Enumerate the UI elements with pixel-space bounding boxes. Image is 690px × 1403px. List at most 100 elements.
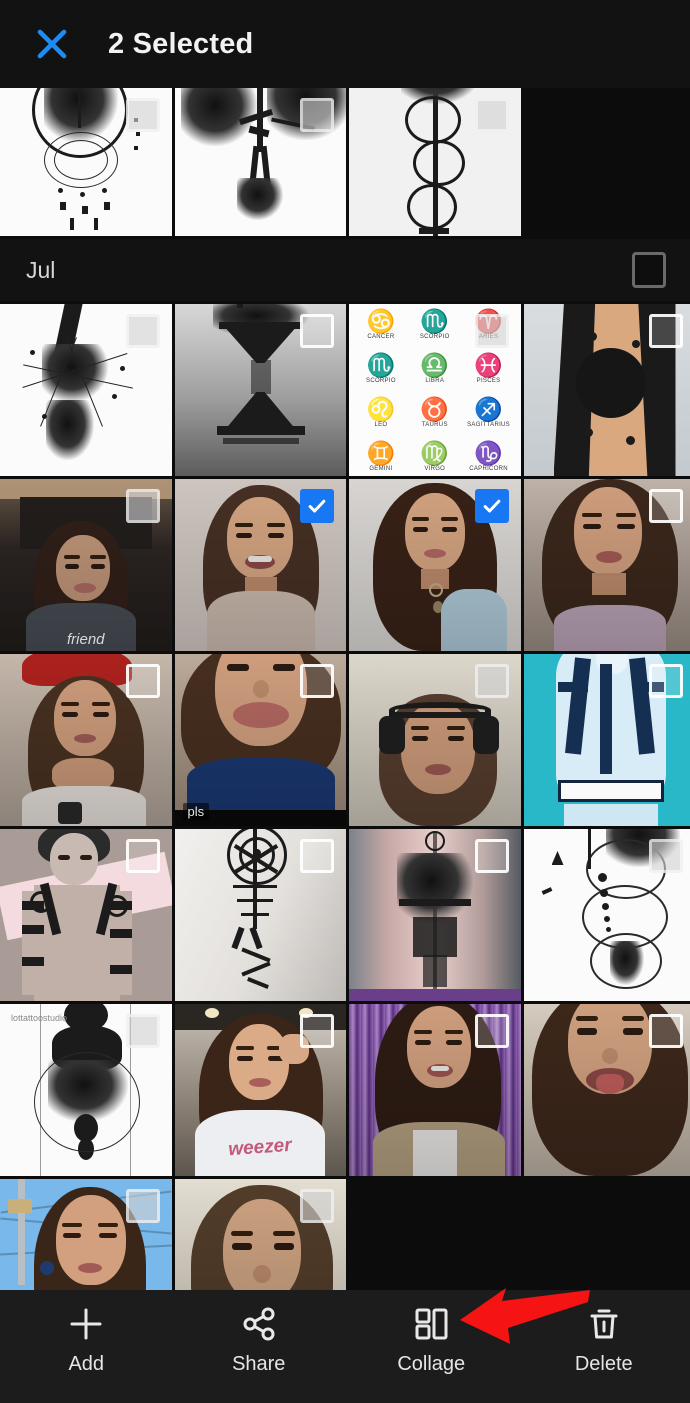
month-label: Jul — [26, 256, 56, 283]
grid-item-checkbox[interactable] — [300, 314, 334, 348]
zodiac-glyph: ♉ — [420, 396, 450, 422]
grid-item-nordic-runes-arm-tattoo[interactable] — [174, 829, 346, 1001]
grid-item-selfie-outdoor-blue-sky[interactable] — [0, 1179, 172, 1290]
zodiac-glyph: ♍ — [420, 440, 450, 466]
list-item: ♏ SCORPIO — [409, 308, 461, 350]
month-section-header: Jul — [0, 239, 690, 301]
zodiac-glyph: ♎ — [420, 352, 450, 378]
grid-item-checkbox[interactable] — [125, 664, 160, 698]
zodiac-name: SAGITTARIUS — [467, 422, 510, 428]
grid-item-checkbox[interactable] — [474, 314, 509, 348]
zodiac-glyph: ♋ — [366, 308, 396, 334]
grid-item-checkbox[interactable] — [125, 489, 160, 523]
grid-item-selfie-red-beret[interactable] — [0, 654, 172, 826]
thumbnail-watermark: lottattoostudio — [11, 1013, 68, 1023]
table-row: ♋CANCER ♏SCORPIO ♈ARIES ♏SCORPIO ♎LIBRA … — [0, 304, 690, 476]
list-item: ♌ LEO — [355, 396, 407, 438]
grid-item-checkbox[interactable] — [649, 489, 683, 523]
delete-button-label: Delete — [574, 1353, 633, 1375]
add-button[interactable]: Add — [0, 1304, 173, 1376]
grid-item-checkbox[interactable] — [125, 98, 160, 132]
zodiac-glyph: ♏ — [420, 308, 450, 334]
grid-item-checkbox[interactable] — [125, 839, 160, 873]
grid-item-anatomical-lotus-tattoo-sketch[interactable]: lottattoostudio — [0, 1004, 172, 1176]
grid-item-selfie-tongue-out[interactable] — [523, 1004, 690, 1176]
grid-item-checkbox[interactable] — [300, 664, 334, 698]
collage-button-label: Collage — [397, 1353, 466, 1375]
zodiac-name: VIRGO — [424, 466, 446, 472]
zodiac-name: TAURUS — [421, 422, 448, 428]
trash-icon — [584, 1304, 624, 1344]
grid-item-checkbox[interactable] — [125, 314, 160, 348]
zodiac-glyph: ♓ — [474, 352, 503, 378]
grid-item-checkbox[interactable] — [300, 1014, 334, 1048]
table-row: lottattoostudio weezer — [0, 1004, 690, 1176]
grid-item-snake-sword-tattoo-sketch[interactable] — [349, 88, 521, 236]
action-toolbar: Add Share Collage Delete — [0, 1290, 690, 1403]
zodiac-name: GEMINI — [369, 466, 393, 472]
list-item: ♉ TAURUS — [409, 396, 461, 438]
grid-item-checkbox[interactable] — [649, 839, 683, 873]
grid-item-selfie-cafe-booth[interactable]: friend — [0, 479, 172, 651]
grid-item-blackwork-hand-tattoo-photo[interactable] — [523, 304, 690, 476]
grid-item-checkbox[interactable] — [649, 664, 683, 698]
share-button[interactable]: Share — [173, 1304, 346, 1376]
list-item: ♏ SCORPIO — [355, 352, 407, 394]
table-row: friend — [0, 479, 690, 651]
photo-grid[interactable]: Jul ♋ CANCER ♏ SCORPIO ♏ SCORPIO ♎ LIBRA… — [0, 88, 690, 1290]
close-icon[interactable] — [26, 18, 78, 70]
grid-item-checkbox[interactable] — [474, 664, 509, 698]
zodiac-glyph: ♌ — [366, 396, 396, 422]
delete-button[interactable]: Delete — [518, 1304, 690, 1376]
page-title: 2 Selected — [108, 27, 254, 60]
zodiac-name: SCORPIO — [419, 334, 450, 340]
list-item: ♐ SAGITTARIUS — [463, 396, 515, 438]
zodiac-name: SCORPIO — [366, 378, 396, 384]
grid-item-checkbox[interactable] — [300, 98, 334, 132]
thumbnail-caption: friend — [66, 631, 105, 648]
zodiac-name: PISCES — [476, 378, 501, 384]
list-item: ♋ CANCER — [355, 308, 407, 350]
grid-item-zodiac-symbols-chart[interactable]: ♋CANCER ♏SCORPIO ♈ARIES ♏SCORPIO ♎LIBRA … — [349, 304, 521, 476]
grid-item-checkbox[interactable] — [125, 1189, 160, 1223]
grid-item-forearm-sketch-tattoo-photo[interactable] — [349, 829, 521, 1001]
table-row: pls — [0, 654, 690, 826]
zodiac-name: LIBRA — [425, 378, 445, 384]
grid-item-selfie-smiling-turtleneck[interactable] — [174, 479, 346, 651]
grid-item-hourglass-forest-artwork[interactable] — [174, 304, 346, 476]
grid-item-selfie-weezer-tee[interactable]: weezer — [174, 1004, 346, 1176]
grid-item-selfie-headphones[interactable] — [349, 654, 521, 826]
grid-item-checkbox[interactable] — [649, 314, 683, 348]
grid-item-checkbox[interactable] — [474, 1014, 509, 1048]
grid-item-dreamcatcher-wolf-tattoo-sketch[interactable] — [0, 88, 172, 236]
grid-item-selfie-purple-fringe-backdrop[interactable] — [349, 1004, 521, 1176]
zodiac-glyph: ♐ — [474, 396, 503, 422]
grid-item-checkbox[interactable] — [300, 839, 334, 873]
grid-item-checkbox[interactable] — [649, 1014, 683, 1048]
grid-item-checkbox[interactable] — [300, 489, 334, 523]
grid-item-portrait-blue-top[interactable] — [349, 479, 521, 651]
add-button-label: Add — [68, 1353, 105, 1375]
share-nodes-icon — [239, 1304, 279, 1344]
thumbnail-caption: pls — [182, 803, 210, 820]
grid-item-anime-back-tattoo-illustration[interactable] — [523, 654, 690, 826]
plus-icon — [66, 1304, 106, 1344]
grid-item-dna-helix-tattoo-sketch[interactable] — [523, 829, 690, 1001]
gallery-selection-screen: 2 Selected Jul ♋ CANCER ♏ SCORPIO ♏ SCOR… — [0, 0, 690, 1403]
thumbnail-caption: weezer — [227, 1134, 293, 1161]
table-row — [0, 829, 690, 1001]
month-select-all-checkbox[interactable] — [632, 252, 666, 288]
collage-button[interactable]: Collage — [345, 1304, 518, 1376]
grid-item-winged-angel-demon-tattoo-sketch[interactable] — [174, 88, 346, 236]
list-item: ♍ VIRGO — [409, 440, 461, 476]
grid-item-checkbox[interactable] — [474, 489, 509, 523]
grid-item-selfie-pouting-blue-shirt[interactable]: pls — [174, 654, 346, 826]
grid-item-selfie-bed-closeup[interactable] — [174, 1179, 346, 1290]
grid-item-checkbox[interactable] — [300, 1189, 334, 1223]
grid-item-abstract-burst-sketch[interactable] — [0, 304, 172, 476]
grid-item-checkbox[interactable] — [474, 839, 509, 873]
grid-item-checkbox[interactable] — [474, 98, 509, 132]
grid-item-checkbox[interactable] — [125, 1014, 160, 1048]
grid-item-anime-character-tattoo-design[interactable] — [0, 829, 172, 1001]
grid-item-selfie-lilac-strap[interactable] — [523, 479, 690, 651]
